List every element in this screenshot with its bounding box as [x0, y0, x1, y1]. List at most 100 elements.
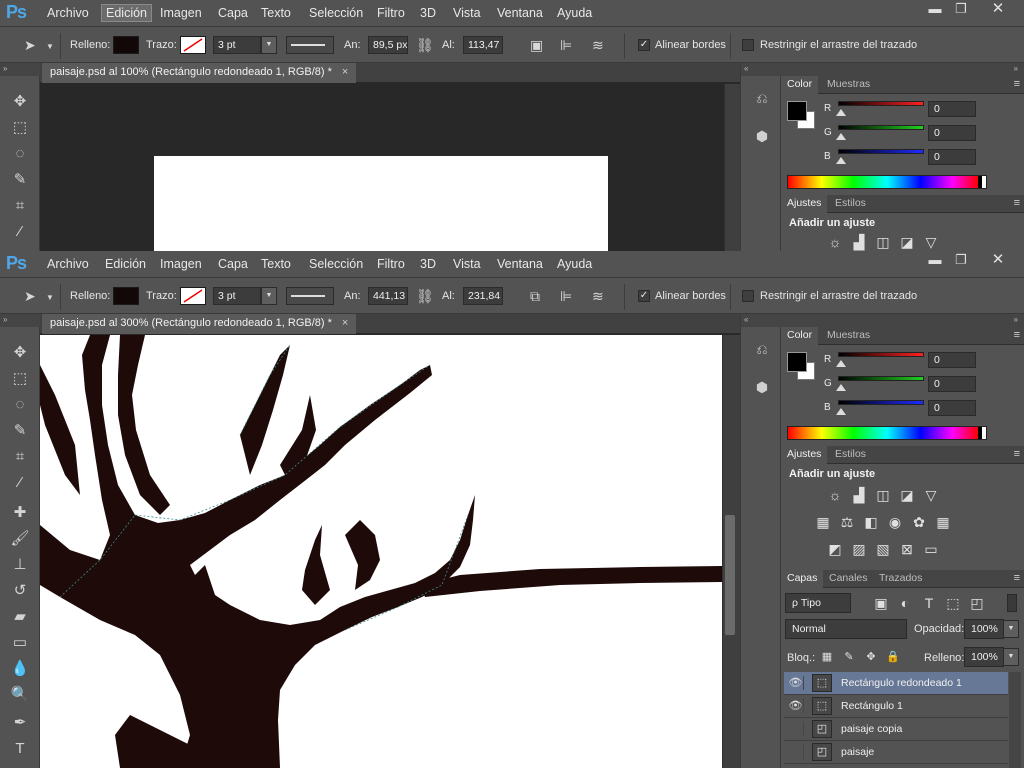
menu-filtro[interactable]: Filtro [377, 6, 405, 20]
g-value[interactable]: 0 [928, 125, 976, 141]
b-value[interactable]: 0 [928, 400, 976, 416]
tab-ajustes[interactable]: Ajustes [781, 446, 828, 464]
layer-row[interactable]: 👁 ⬚ Rectángulo redondeado 1 [784, 672, 1008, 695]
blend-mode-select[interactable]: Normal [785, 619, 907, 639]
align-edges-checkbox[interactable]: ✓ [638, 39, 650, 51]
b-slider-handle[interactable] [836, 157, 846, 164]
pen-tool-icon[interactable]: ✒ [8, 712, 32, 734]
g-slider-handle[interactable] [836, 384, 846, 391]
tab-estilos[interactable]: Estilos [829, 195, 872, 213]
tab-ajustes[interactable]: Ajustes [781, 195, 828, 213]
menu-3d[interactable]: 3D [420, 6, 436, 20]
menu-ayuda[interactable]: Ayuda [557, 257, 592, 271]
selective-color-icon[interactable]: ⊠ [897, 540, 917, 558]
tab-estilos[interactable]: Estilos [829, 446, 872, 464]
history-panel-icon[interactable]: ⎌ [751, 338, 773, 360]
panels-collapse-strip[interactable]: » [781, 63, 1024, 76]
path-alignment-icon[interactable]: ⊫ [560, 38, 572, 52]
stroke-type-select[interactable] [286, 36, 334, 54]
stroke-color-swatch[interactable] [180, 36, 206, 54]
color-spectrum[interactable] [787, 426, 987, 440]
stroke-width-field[interactable]: 3 pt [213, 287, 261, 305]
vibrance-icon[interactable]: ▽ [921, 233, 941, 251]
exposure-icon[interactable]: ◪ [897, 233, 917, 251]
opacity-dropdown-icon[interactable]: ▼ [1003, 620, 1019, 638]
menu-vista[interactable]: Vista [453, 6, 481, 20]
history-panel-icon[interactable]: ⎌ [751, 87, 773, 109]
r-value[interactable]: 0 [928, 352, 976, 368]
fill-color-swatch[interactable] [113, 287, 139, 305]
foreground-color-swatch[interactable] [787, 352, 807, 372]
opacity-field[interactable]: 100% [964, 619, 1004, 639]
collapse-strip[interactable]: « [741, 314, 782, 327]
lock-image-icon[interactable]: ✎ [839, 648, 859, 666]
stroke-type-select[interactable] [286, 287, 334, 305]
lasso-tool-icon[interactable]: ◌ [8, 143, 32, 165]
filter-toggle[interactable] [1007, 594, 1017, 612]
menu-seleccion[interactable]: Selección [309, 6, 363, 20]
stroke-width-field[interactable]: 3 pt [213, 36, 261, 54]
lock-position-icon[interactable]: ✥ [861, 648, 881, 666]
clone-stamp-tool-icon[interactable]: ⊥ [8, 554, 32, 576]
path-operations-icon[interactable]: ⧉ [530, 289, 540, 303]
menu-seleccion[interactable]: Selección [309, 257, 363, 271]
tab-capas[interactable]: Capas [781, 570, 824, 588]
menu-imagen[interactable]: Imagen [160, 6, 202, 20]
dodge-tool-icon[interactable]: 🔍 [8, 684, 32, 706]
invert-icon[interactable]: ◩ [825, 540, 845, 558]
quick-selection-tool-icon[interactable]: ✎ [8, 169, 32, 191]
lock-transparent-icon[interactable]: ▦ [817, 648, 837, 666]
lock-all-icon[interactable]: 🔒 [883, 648, 903, 666]
marquee-tool-icon[interactable]: ⬚ [8, 368, 32, 390]
stroke-width-dropdown-icon[interactable]: ▼ [261, 287, 277, 305]
scrollbar-thumb[interactable] [725, 515, 735, 635]
b-slider-handle[interactable] [836, 408, 846, 415]
tab-muestras[interactable]: Muestras [821, 327, 876, 345]
minimize-icon[interactable]: ▬ [924, 1, 946, 17]
collapse-strip[interactable]: « [741, 63, 782, 76]
restore-icon[interactable]: ❐ [950, 252, 972, 268]
move-tool-icon[interactable]: ✥ [8, 342, 32, 364]
tools-collapse-strip[interactable]: » [0, 63, 40, 76]
3d-panel-icon[interactable]: ⬢ [751, 376, 773, 398]
marquee-tool-icon[interactable]: ⬚ [8, 117, 32, 139]
menu-capa[interactable]: Capa [218, 257, 248, 271]
brightness-contrast-icon[interactable]: ☼ [825, 486, 845, 504]
r-slider[interactable] [838, 352, 924, 357]
vertical-scrollbar[interactable] [722, 335, 740, 768]
menu-texto[interactable]: Texto [261, 6, 291, 20]
menu-ventana[interactable]: Ventana [497, 257, 543, 271]
eyedropper-tool-icon[interactable]: ⁄ [8, 472, 32, 494]
levels-icon[interactable]: ▟ [849, 486, 869, 504]
threshold-icon[interactable]: ▧ [873, 540, 893, 558]
width-field[interactable]: 89,5 px [368, 36, 408, 54]
b-value[interactable]: 0 [928, 149, 976, 165]
color-spectrum[interactable] [787, 175, 987, 189]
tab-canales[interactable]: Canales [823, 570, 874, 588]
eyedropper-tool-icon[interactable]: ⁄ [8, 221, 32, 243]
filter-shape-icon[interactable]: ⬚ [943, 594, 963, 612]
height-field[interactable]: 231,84 ‖ [463, 287, 503, 305]
tab-muestras[interactable]: Muestras [821, 76, 876, 94]
quick-selection-tool-icon[interactable]: ✎ [8, 420, 32, 442]
panel-menu-icon[interactable]: ≡ [1014, 572, 1020, 584]
layer-filter-select[interactable]: ρ Tipo [785, 593, 851, 613]
r-slider[interactable] [838, 101, 924, 106]
black-white-icon[interactable]: ◧ [861, 513, 881, 531]
lasso-tool-icon[interactable]: ◌ [8, 394, 32, 416]
brush-tool-icon[interactable]: 🖌 [8, 528, 32, 550]
chevron-down-icon[interactable]: ▼ [46, 291, 54, 305]
panel-menu-icon[interactable]: ≡ [1014, 78, 1020, 90]
filter-adjustment-icon[interactable]: ◐ [895, 594, 915, 612]
eraser-tool-icon[interactable]: ▰ [8, 606, 32, 628]
stroke-width-dropdown-icon[interactable]: ▼ [261, 36, 277, 54]
fill-dropdown-icon[interactable]: ▼ [1003, 648, 1019, 666]
history-brush-tool-icon[interactable]: ↺ [8, 580, 32, 602]
menu-vista[interactable]: Vista [453, 257, 481, 271]
posterize-icon[interactable]: ▨ [849, 540, 869, 558]
tools-collapse-strip[interactable]: » [0, 314, 40, 327]
menu-3d[interactable]: 3D [420, 257, 436, 271]
path-selection-arrow-icon[interactable]: ➤ [24, 289, 36, 303]
visibility-eye-icon[interactable]: 👁 [788, 676, 804, 690]
3d-panel-icon[interactable]: ⬢ [751, 125, 773, 147]
